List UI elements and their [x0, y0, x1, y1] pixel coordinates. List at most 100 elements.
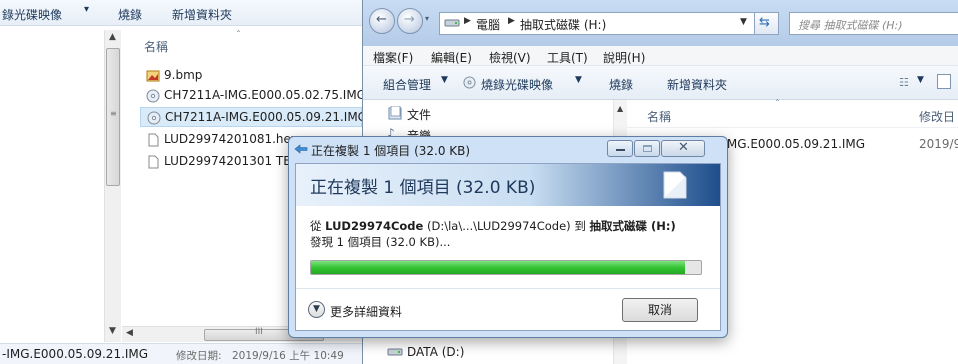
breadcrumb-separator-icon[interactable]: ▶ — [464, 16, 471, 26]
arrow-left-icon: ← — [376, 12, 387, 27]
file-name: 9.bmp — [164, 68, 203, 82]
menu-edit[interactable]: 編輯(E) — [431, 49, 472, 66]
window-titlebar: ← → ▾ ▶ 電腦 ▶ 抽取式磁碟 (H:) ▼ ⇆ 搜尋 抽取式磁碟 (H:… — [363, 0, 958, 46]
close-button[interactable]: ✕ — [661, 140, 705, 157]
menu-help[interactable]: 說明(H) — [603, 49, 645, 66]
dialog-title: 正在複製 1 個項目 (32.0 KB) — [311, 144, 471, 158]
nav-item-music[interactable]: 音樂 — [407, 127, 431, 136]
dialog-banner: 正在複製 1 個項目 (32.0 KB) — [296, 164, 720, 206]
more-details-label[interactable]: 更多詳細資料 — [330, 303, 402, 320]
file-name: CH7211A-IMG.E000.05.09.21.IMG — [165, 110, 362, 124]
address-bar[interactable]: ▶ 電腦 ▶ 抽取式磁碟 (H:) ▼ — [439, 12, 755, 35]
close-icon: ✕ — [678, 140, 689, 155]
file-name: -IMG.E000.05.09.21.IMG — [719, 137, 866, 151]
menu-bar: 檔案(F) 編輯(E) 檢視(V) 工具(T) 說明(H) — [363, 46, 958, 66]
list-item[interactable]: -IMG.E000.05.09.21.IMG 2019/9 — [715, 134, 958, 156]
scrollbar-thumb[interactable]: ≡ — [106, 48, 120, 186]
destination-name: 抽取式磁碟 (H:) — [589, 219, 676, 233]
command-toolbar: 組合管理 ▼ 燒錄光碟映像 ▼ 燒錄 新增資料夾 ☷ ▼ — [363, 66, 958, 100]
progress-bar-fill — [311, 261, 685, 274]
divider — [296, 288, 720, 289]
list-item[interactable]: 9.bmp — [140, 66, 362, 86]
minimize-icon — [616, 149, 625, 151]
chevron-down-circle-icon[interactable]: ▼ — [308, 301, 325, 318]
menu-file[interactable]: 檔案(F) — [373, 49, 413, 66]
recent-pages-chevron-icon[interactable]: ▾ — [425, 14, 429, 23]
arrow-right-icon: → — [404, 12, 415, 27]
minimize-button[interactable] — [607, 140, 633, 157]
scroll-left-icon[interactable]: ◀ — [126, 328, 133, 338]
bitmap-icon — [146, 69, 160, 83]
file-name: LUD29974201301 TE — [164, 154, 291, 168]
file-icon — [146, 155, 160, 169]
found-items-text: 發現 1 個項目 (32.0 KB)... — [310, 235, 451, 249]
dialog-titlebar: 正在複製 1 個項目 (32.0 KB) ✕ — [289, 137, 727, 161]
burn-disc-image-button[interactable]: 錄光碟映像 — [2, 6, 62, 23]
new-folder-button[interactable]: 新增資料夾 — [667, 76, 727, 93]
grip-icon: III — [255, 327, 263, 337]
file-modified-date: 2019/9 — [919, 137, 958, 151]
search-placeholder: 搜尋 抽取式磁碟 (H:) — [798, 19, 903, 32]
scroll-up-icon[interactable]: ▲ — [109, 32, 116, 42]
cancel-button[interactable]: 取消 — [622, 298, 698, 322]
menu-view[interactable]: 檢視(V) — [489, 49, 531, 66]
forward-button[interactable]: → — [397, 8, 423, 34]
column-header-modified[interactable]: 修改日 — [919, 108, 955, 125]
organize-button[interactable]: 組合管理 — [383, 76, 431, 93]
breadcrumb-drive[interactable]: 抽取式磁碟 (H:) — [520, 16, 606, 33]
copy-description: 從 LUD29974Code (D:\la\...\LUD29974Code) … — [310, 218, 676, 250]
chevron-down-icon[interactable]: ▾ — [84, 4, 89, 15]
sort-ascending-icon: ˆ — [236, 30, 241, 41]
status-modified-value: 2019/9/16 上午 10:49 — [232, 350, 344, 362]
menu-tools[interactable]: 工具(T) — [547, 49, 588, 66]
copy-progress-dialog: 正在複製 1 個項目 (32.0 KB) ✕ 正在複製 1 個項目 (32.0 … — [288, 136, 728, 338]
source-path: (D:\la\...\LUD29974Code) — [427, 219, 571, 233]
status-filename: -IMG.E000.05.09.21.IMG — [2, 347, 149, 361]
copy-icon — [294, 143, 308, 158]
address-dropdown-icon[interactable]: ▼ — [740, 17, 747, 27]
progress-bar — [310, 260, 702, 275]
back-toolbar: 錄光碟映像 ▾ 燒錄 新增資料夾 — [0, 0, 362, 26]
view-options-icon[interactable]: ☷ — [899, 76, 909, 89]
new-folder-button[interactable]: 新增資料夾 — [172, 6, 232, 23]
refresh-button[interactable]: ⇆ — [755, 12, 779, 35]
file-name: LUD29974201081.hex — [164, 132, 298, 146]
dialog-body: 正在複製 1 個項目 (32.0 KB) 從 LUD29974Code (D:\… — [295, 163, 721, 331]
scroll-down-icon[interactable]: ▼ — [109, 326, 116, 336]
drive-icon — [387, 346, 403, 361]
file-name: CH7211A-IMG.E000.05.02.75.IMG — [164, 88, 362, 102]
column-header-name[interactable]: 名稱 — [144, 38, 168, 55]
status-modified-label: 修改日期: — [176, 350, 222, 362]
burn-button[interactable]: 燒錄 — [609, 76, 633, 93]
burn-disc-image-button[interactable]: 燒錄光碟映像 — [481, 76, 553, 93]
back-button[interactable]: ← — [369, 8, 395, 34]
column-header-row: 名稱 ˆ 修改日 — [627, 99, 958, 128]
disc-image-icon — [463, 76, 476, 92]
list-item-selected[interactable]: CH7211A-IMG.E000.05.09.21.IMG — [140, 107, 362, 127]
nav-item-data-drive[interactable]: DATA (D:) — [407, 345, 464, 359]
breadcrumb-computer[interactable]: 電腦 — [476, 16, 500, 33]
column-header-row: 名稱 ˆ — [128, 30, 362, 56]
disc-image-icon — [147, 111, 161, 125]
column-header-name[interactable]: 名稱 — [647, 108, 671, 125]
breadcrumb-separator-icon[interactable]: ▶ — [508, 16, 515, 26]
nav-item-documents[interactable]: 文件 — [407, 106, 431, 123]
details-status-bar: -IMG.E000.05.09.21.IMG 修改日期: 2019/9/16 上… — [0, 343, 362, 364]
search-input[interactable]: 搜尋 抽取式磁碟 (H:) — [789, 12, 958, 35]
chevron-down-icon[interactable]: ▼ — [575, 75, 582, 85]
maximize-button[interactable] — [634, 140, 660, 157]
preview-pane-icon[interactable] — [937, 74, 951, 89]
grip-icon: ≡ — [110, 109, 117, 118]
source-name: LUD29974Code — [325, 219, 424, 233]
list-item[interactable]: CH7211A-IMG.E000.05.02.75.IMG — [140, 86, 362, 106]
file-icon — [146, 133, 160, 147]
chevron-down-icon[interactable]: ▼ — [917, 75, 924, 85]
scroll-up-icon[interactable]: ▲ — [617, 104, 623, 113]
documents-icon — [387, 105, 403, 123]
burn-button[interactable]: 燒錄 — [118, 6, 142, 23]
from-label: 從 — [310, 219, 322, 233]
disc-image-icon — [146, 89, 160, 103]
dialog-heading: 正在複製 1 個項目 (32.0 KB) — [310, 178, 536, 198]
vertical-scrollbar[interactable]: ▲ ≡ ▼ — [104, 30, 121, 342]
chevron-down-icon[interactable]: ▼ — [441, 75, 448, 85]
